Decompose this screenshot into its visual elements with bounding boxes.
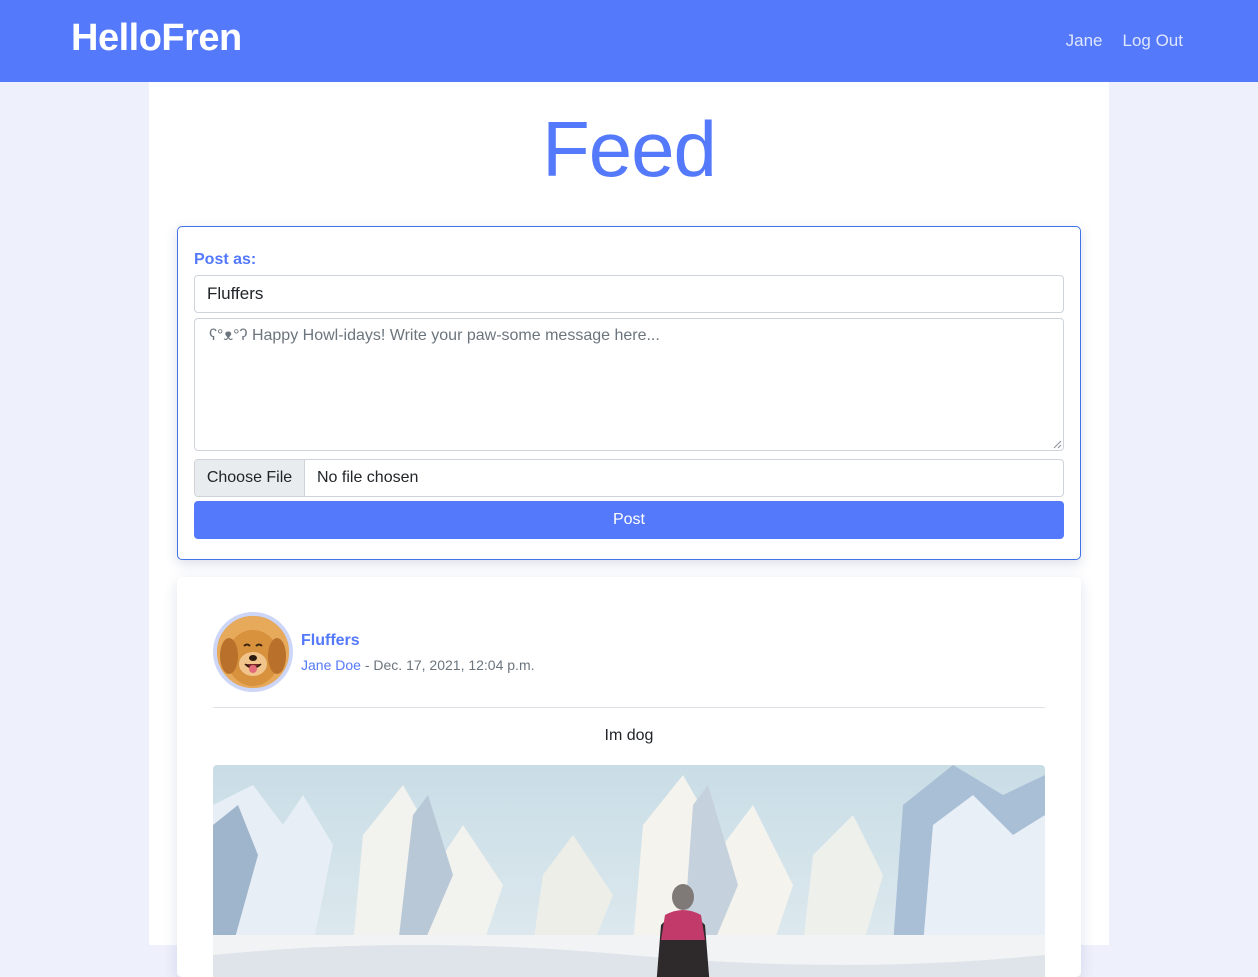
pet-avatar[interactable] — [213, 612, 293, 692]
navbar: HelloFren Jane Log Out — [0, 0, 1258, 82]
resize-grip-icon[interactable] — [1053, 440, 1062, 449]
main-container: Feed Post as: Choose File No file chosen… — [149, 82, 1109, 977]
choose-file-button[interactable]: Choose File — [195, 460, 305, 496]
brand-logo-link[interactable]: HelloFren — [71, 17, 242, 60]
post-pet-name-link[interactable]: Fluffers — [301, 632, 360, 650]
post-card: Fluffers Jane Doe - Dec. 17, 2021, 12:04… — [177, 577, 1081, 977]
new-post-form: Post as: Choose File No file chosen Post — [177, 226, 1081, 560]
post-image — [213, 765, 1045, 977]
post-message: Im dog — [604, 727, 654, 744]
meta-separator: - — [360, 657, 374, 673]
nav-links: Jane Log Out — [1066, 31, 1183, 51]
file-status-text: No file chosen — [317, 469, 419, 486]
post-submit-button[interactable]: Post — [194, 501, 1064, 539]
file-input: Choose File No file chosen — [194, 459, 1064, 497]
message-textarea[interactable] — [194, 318, 1064, 451]
pet-name-input[interactable] — [194, 275, 1064, 313]
post-as-label: Post as: — [194, 251, 257, 268]
snow-forest-photo-icon — [213, 765, 1045, 977]
nav-logout-link[interactable]: Log Out — [1123, 31, 1184, 51]
nav-user-link[interactable]: Jane — [1066, 31, 1103, 51]
post-timestamp: Dec. 17, 2021, 12:04 p.m. — [373, 657, 535, 673]
post-meta: Jane Doe - Dec. 17, 2021, 12:04 p.m. — [301, 657, 535, 673]
page-title: Feed — [542, 105, 717, 193]
dog-photo-icon — [217, 616, 289, 688]
post-divider — [213, 707, 1045, 708]
post-owner-link[interactable]: Jane Doe — [301, 657, 361, 673]
